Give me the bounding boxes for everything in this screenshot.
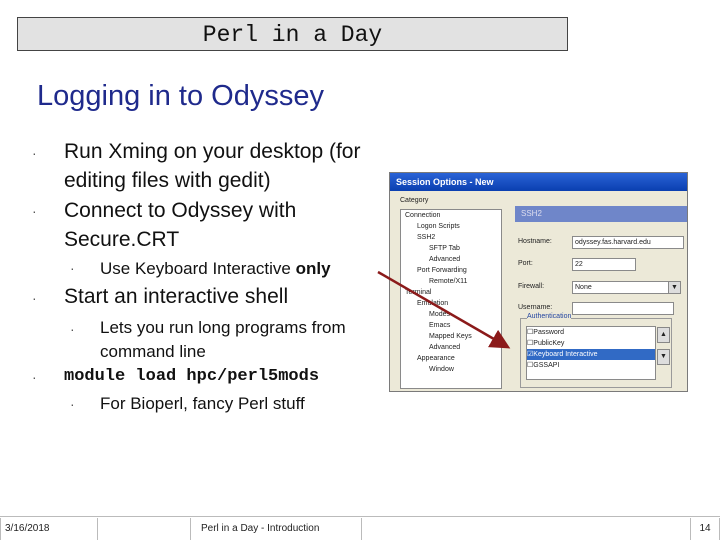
footer-title: Perl in a Day - Introduction	[190, 518, 362, 540]
pointer-arrow	[377, 270, 511, 349]
footer-date: 3/16/2018	[0, 518, 98, 540]
footer-page-number: 14	[690, 518, 720, 540]
footer-divider	[0, 516, 720, 517]
pointer-arrow-line	[377, 270, 511, 349]
